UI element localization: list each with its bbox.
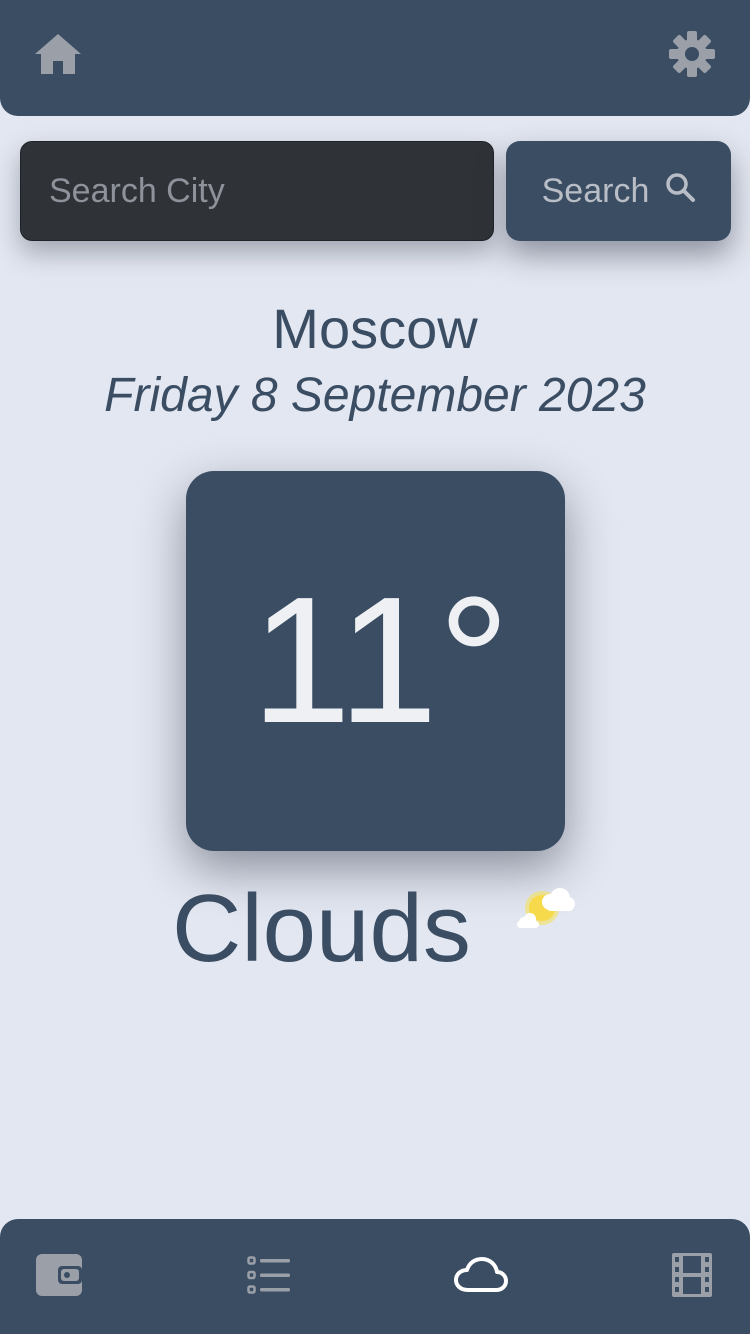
home-icon <box>35 33 81 79</box>
top-app-bar <box>0 0 750 116</box>
film-icon <box>672 1252 712 1302</box>
search-button-label: Search <box>541 171 650 210</box>
search-icon <box>665 172 696 211</box>
temperature-card: 11° <box>186 471 565 851</box>
current-date: Friday 8 September 2023 <box>104 369 646 422</box>
gear-icon <box>668 30 716 83</box>
search-city-input[interactable] <box>20 141 494 241</box>
settings-button[interactable] <box>666 30 718 82</box>
nav-item-film[interactable] <box>662 1247 722 1307</box>
search-button[interactable]: Search <box>506 141 731 241</box>
wallet-icon <box>36 1253 82 1301</box>
cloud-icon <box>454 1256 508 1298</box>
weather-condition: Clouds <box>172 875 471 982</box>
temperature-value: 11° <box>251 560 510 761</box>
nav-item-wallet[interactable] <box>29 1247 89 1307</box>
weather-screen: Search Moscow Friday 8 September 2023 11… <box>0 0 750 1334</box>
nav-item-list[interactable] <box>239 1247 299 1307</box>
search-bar: Search <box>20 141 731 241</box>
city-name: Moscow <box>272 297 478 360</box>
bottom-navigation <box>0 1219 750 1334</box>
home-button[interactable] <box>32 30 84 82</box>
list-icon <box>247 1255 291 1299</box>
nav-item-weather[interactable] <box>451 1247 511 1307</box>
partly-cloudy-icon <box>512 884 578 936</box>
